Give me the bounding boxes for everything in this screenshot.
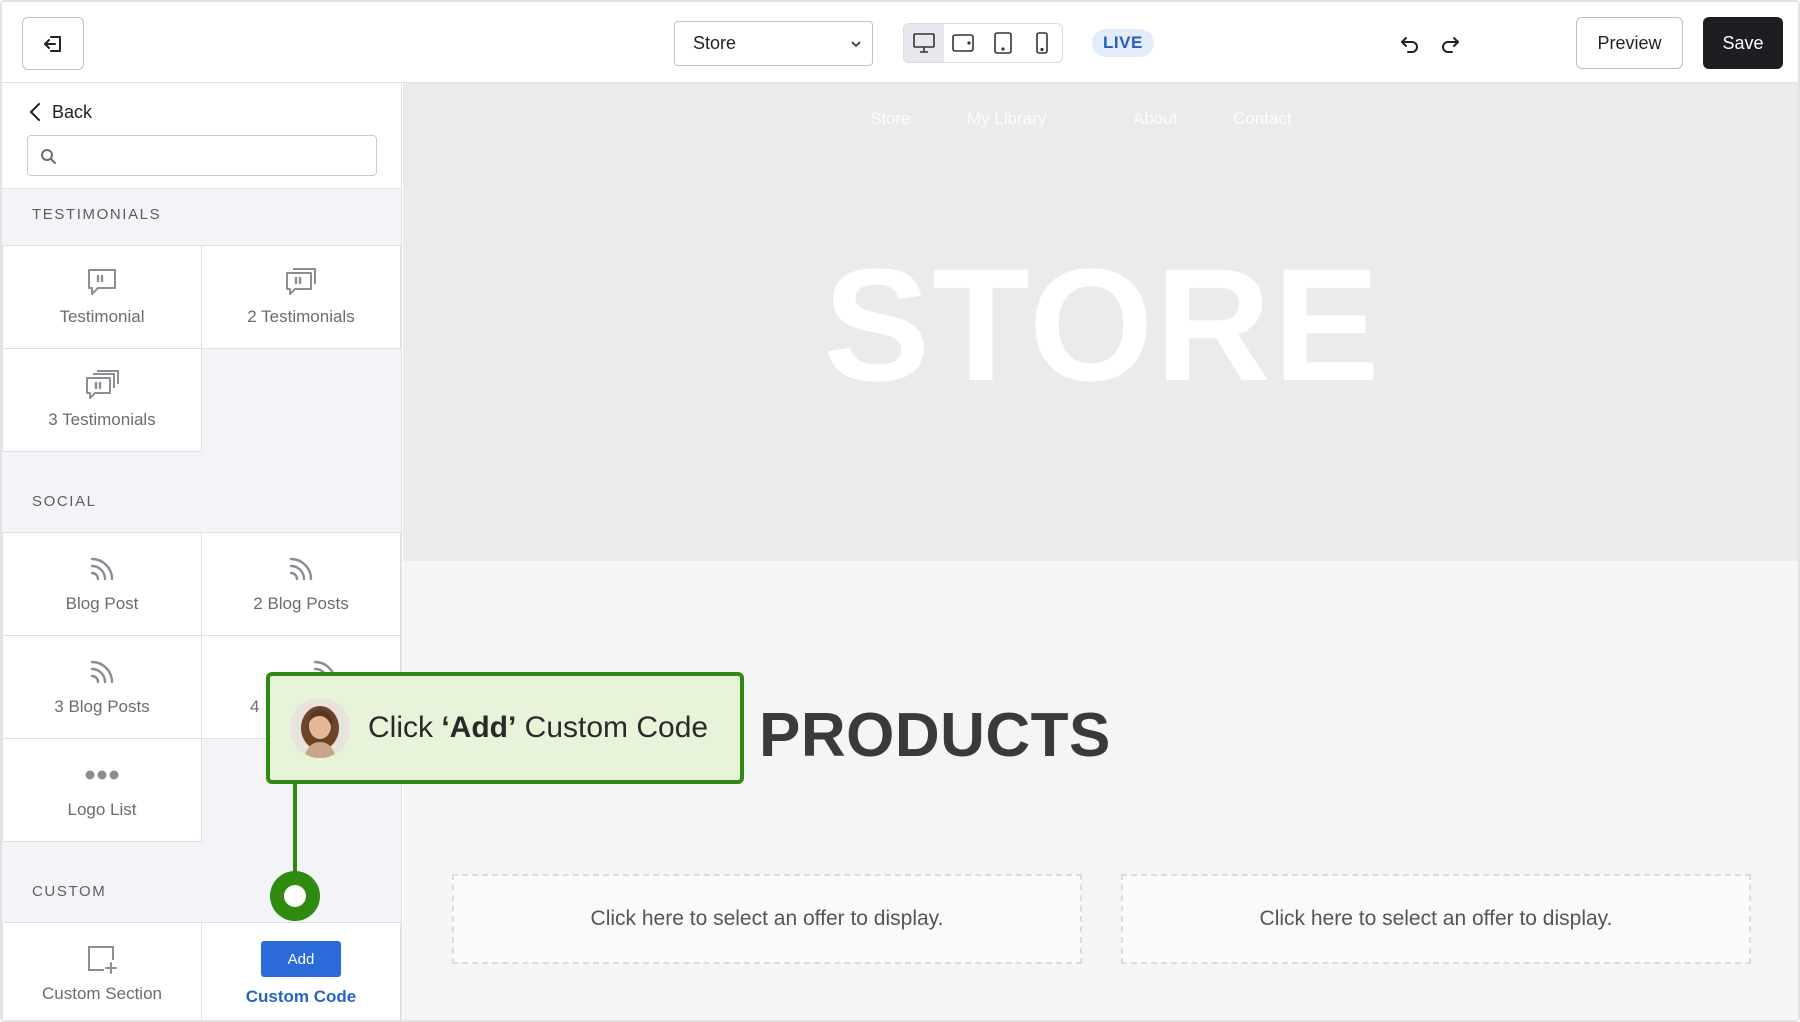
chevron-left-icon	[29, 103, 40, 121]
section-label-social: SOCIAL	[32, 493, 97, 510]
tablet-portrait-icon	[993, 32, 1012, 54]
save-button[interactable]: Save	[1703, 17, 1783, 69]
page-preview-canvas[interactable]: Store My Library About Contact STORE PRO…	[403, 83, 1798, 1020]
guide-avatar	[290, 698, 350, 758]
block-tile-3-blog-posts[interactable]: 3 Blog Posts	[2, 635, 202, 739]
callout-emphasis: ‘Add’	[441, 711, 517, 744]
block-tile-label: 4	[250, 697, 260, 716]
back-button[interactable]: Back	[28, 97, 92, 127]
products-heading: PRODUCTS	[759, 701, 1111, 770]
offer-placeholder-1[interactable]: Click here to select an offer to display…	[452, 874, 1082, 964]
device-tablet-landscape-button[interactable]	[944, 24, 984, 62]
exit-editor-button[interactable]	[22, 17, 84, 70]
block-search-field[interactable]	[27, 135, 377, 176]
block-tile-label: Blog Post	[65, 594, 139, 613]
block-tile-custom-code[interactable]: Add Custom Code	[201, 922, 401, 1020]
search-icon	[41, 149, 56, 164]
exit-icon	[44, 35, 61, 52]
block-tile-label: 2 Testimonials	[247, 307, 355, 326]
page-select[interactable]: Store	[674, 21, 873, 66]
block-tile-2-testimonials[interactable]: 2 Testimonials	[201, 245, 401, 349]
tutorial-callout: Click ‘Add’ Custom Code	[266, 672, 744, 784]
mobile-icon	[1036, 32, 1049, 54]
add-custom-code-button[interactable]: Add	[261, 941, 341, 977]
tablet-landscape-icon	[952, 34, 975, 52]
device-tablet-portrait-button[interactable]	[983, 24, 1023, 62]
nav-link-my-library[interactable]: My Library	[967, 109, 1046, 129]
desktop-icon	[912, 33, 935, 53]
preview-button[interactable]: Preview	[1576, 17, 1683, 69]
redo-icon	[1442, 37, 1459, 53]
block-tile-label: Custom Code	[245, 987, 357, 1006]
callout-text: Click ‘Add’ Custom Code	[368, 711, 708, 745]
back-label: Back	[52, 101, 93, 122]
rss-feed-icon	[90, 660, 114, 684]
nav-link-contact[interactable]: Contact	[1233, 109, 1292, 129]
block-tile-label: 3 Blog Posts	[54, 697, 150, 716]
callout-prefix: Click	[368, 711, 442, 744]
block-tile-label: Logo List	[67, 800, 137, 819]
undo-button[interactable]	[1396, 30, 1424, 58]
block-search-input[interactable]	[66, 142, 366, 170]
redo-button[interactable]	[1436, 30, 1464, 58]
block-tile-label: 3 Testimonials	[48, 410, 156, 429]
top-toolbar: Store LIVE Preview Save	[2, 2, 1798, 83]
section-label-custom: CUSTOM	[32, 883, 107, 900]
person-avatar-icon	[290, 698, 350, 758]
block-tile-label: Custom Section	[42, 984, 162, 1003]
hero-banner[interactable]: Store My Library About Contact STORE	[403, 83, 1798, 561]
hero-title: STORE	[823, 235, 1382, 414]
speech-bubbles-three-icon	[86, 370, 119, 399]
live-status-badge: LIVE	[1092, 29, 1154, 57]
device-desktop-button[interactable]	[904, 24, 944, 62]
block-tile-custom-section[interactable]: Custom Section	[2, 922, 202, 1020]
nav-link-store[interactable]: Store	[870, 109, 911, 129]
device-switcher	[903, 23, 1063, 63]
block-tile-label: 2 Blog Posts	[253, 594, 349, 613]
add-section-icon	[88, 946, 117, 974]
speech-bubbles-two-icon	[286, 268, 316, 295]
section-label-testimonials: TESTIMONIALS	[32, 206, 162, 223]
page-select-value: Store	[693, 33, 737, 53]
block-tile-testimonial[interactable]: Testimonial	[2, 245, 202, 349]
block-tile-label: Testimonial	[59, 307, 145, 326]
app-window: Store LIVE Preview Save Back TESTIMONIAL…	[0, 0, 1800, 1022]
block-library-sidebar: Back TESTIMONIALS Testimonial 2 Testimon…	[2, 83, 402, 1020]
sidebar-header: Back	[2, 83, 401, 189]
callout-target-marker	[270, 871, 320, 921]
undo-icon	[1401, 37, 1418, 53]
offer-placeholder-2[interactable]: Click here to select an offer to display…	[1121, 874, 1751, 964]
more-dots-icon	[85, 770, 119, 780]
chevron-down-icon	[851, 41, 861, 48]
block-tile-logo-list[interactable]: Logo List	[2, 738, 202, 842]
speech-bubble-quote-icon	[88, 269, 116, 295]
block-tile-2-blog-posts[interactable]: 2 Blog Posts	[201, 532, 401, 636]
block-tile-blog-post[interactable]: Blog Post	[2, 532, 202, 636]
block-tile-3-testimonials[interactable]: 3 Testimonials	[2, 348, 202, 452]
callout-connector	[293, 784, 297, 874]
device-mobile-button[interactable]	[1023, 24, 1063, 62]
rss-feed-icon	[289, 557, 313, 581]
nav-link-about[interactable]: About	[1133, 109, 1177, 129]
callout-suffix: Custom Code	[516, 711, 709, 744]
rss-feed-icon	[90, 557, 114, 581]
